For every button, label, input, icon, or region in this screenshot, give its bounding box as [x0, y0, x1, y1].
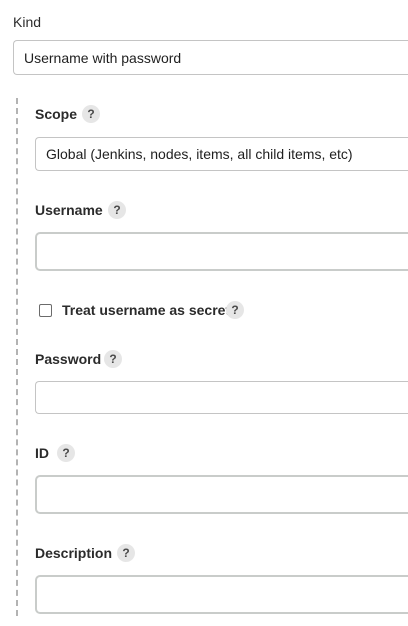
scope-help-icon[interactable]: ?: [82, 105, 100, 123]
treat-username-secret-label[interactable]: Treat username as secret: [62, 301, 230, 319]
description-label: Description: [35, 545, 113, 561]
kind-label: Kind: [13, 14, 42, 30]
id-label: ID: [35, 445, 49, 461]
username-label: Username: [35, 202, 103, 218]
treat-username-secret-checkbox[interactable]: [39, 304, 52, 317]
scope-select[interactable]: Global (Jenkins, nodes, items, all child…: [35, 137, 408, 171]
description-textarea[interactable]: [35, 575, 408, 614]
description-help-icon[interactable]: ?: [117, 544, 135, 562]
id-help-icon[interactable]: ?: [57, 444, 75, 462]
nested-section-divider: [16, 98, 18, 616]
password-label: Password: [35, 351, 102, 367]
id-input[interactable]: [35, 475, 408, 514]
kind-select[interactable]: Username with password: [13, 40, 408, 75]
treat-username-secret-help-icon[interactable]: ?: [226, 301, 244, 319]
username-input[interactable]: [35, 232, 408, 271]
scope-selected-value: Global (Jenkins, nodes, items, all child…: [46, 146, 353, 162]
username-help-icon[interactable]: ?: [108, 201, 126, 219]
password-help-icon[interactable]: ?: [104, 350, 122, 368]
password-input[interactable]: [35, 381, 408, 414]
scope-label: Scope: [35, 106, 78, 122]
kind-selected-value: Username with password: [24, 49, 182, 66]
